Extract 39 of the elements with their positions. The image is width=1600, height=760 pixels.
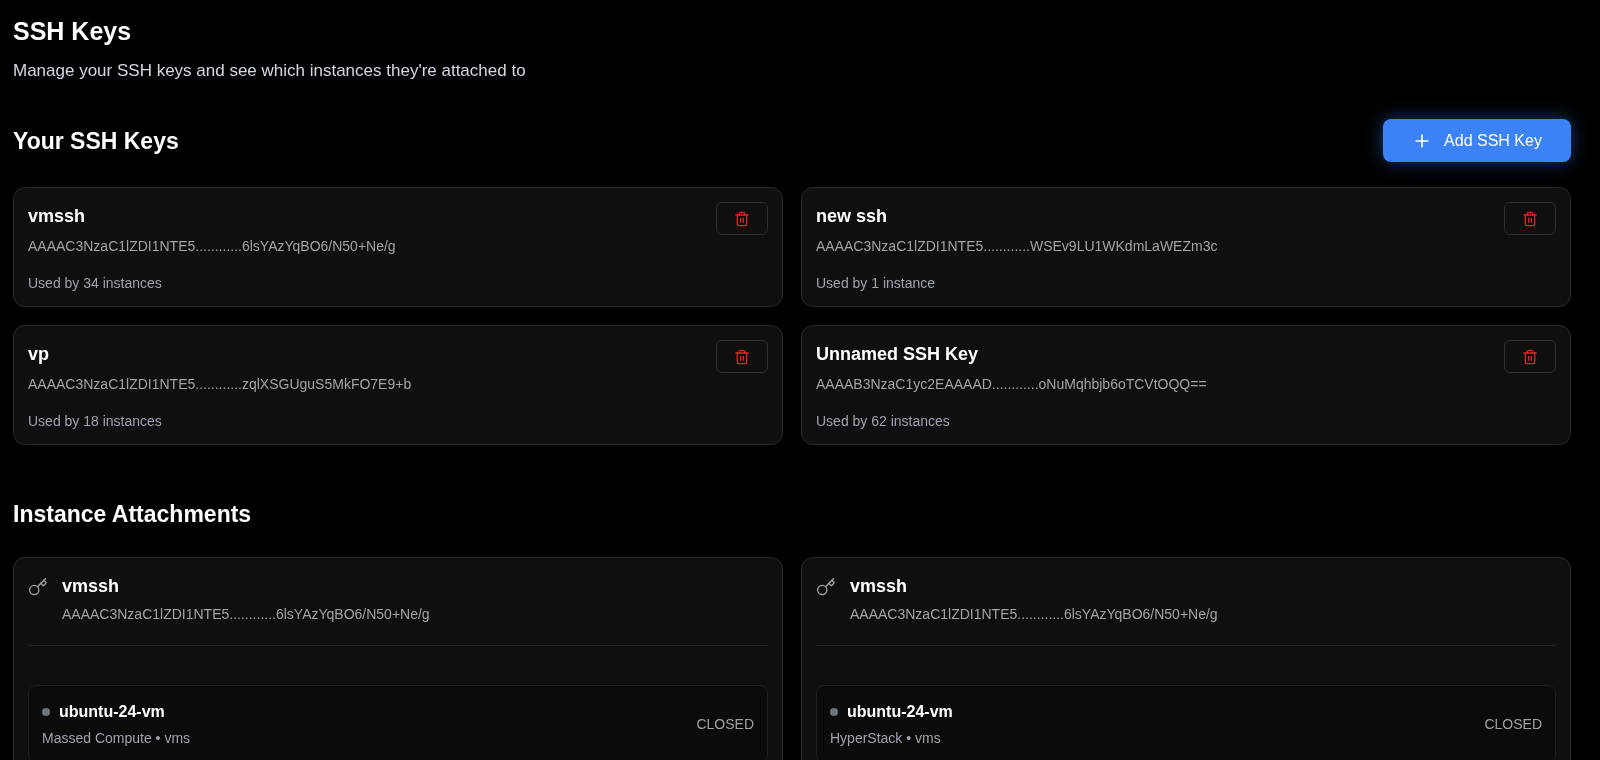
instance-name: ubuntu-24-vm bbox=[59, 702, 165, 722]
instance-status: CLOSED bbox=[1484, 715, 1542, 734]
usage-count: Used by 62 instances bbox=[816, 412, 951, 431]
key-fingerprint: AAAAB3NzaC1yc2EAAAAD............oNuMqhbjb6oTCVtOQQ== bbox=[816, 375, 1207, 394]
trash-icon bbox=[1522, 210, 1538, 227]
key-fingerprint: AAAAC3NzaC1lZDI1NTE5............zqlXSGUguS5MkFO7E9+b bbox=[28, 375, 412, 394]
instance-card[interactable]: ubuntu-24-vm HyperStack • vms CLOSED bbox=[816, 685, 1556, 760]
delete-button[interactable] bbox=[1504, 202, 1556, 235]
section-heading: Instance Attachments bbox=[13, 500, 253, 529]
key-fingerprint: AAAAC3NzaC1lZDI1NTE5............6lsYAzYqBO6/N50+Ne/g bbox=[28, 237, 396, 256]
key-fingerprint: AAAAC3NzaC1lZDI1NTE5............6lsYAzYqBO6/N50+Ne/g bbox=[62, 605, 430, 624]
key-name: vmssh bbox=[850, 575, 909, 598]
usage-count: Used by 34 instances bbox=[28, 274, 163, 293]
trash-icon bbox=[1522, 348, 1538, 365]
key-icon bbox=[816, 577, 836, 597]
key-name: Unnamed SSH Key bbox=[816, 343, 980, 366]
add-ssh-key-button[interactable]: Add SSH Key bbox=[1383, 119, 1571, 162]
key-name: vp bbox=[28, 343, 50, 366]
page-subtitle: Manage your SSH keys and see which instances they're attached to bbox=[13, 60, 527, 82]
key-name: vmssh bbox=[28, 205, 87, 228]
key-fingerprint: AAAAC3NzaC1lZDI1NTE5............6lsYAzYqBO6/N50+Ne/g bbox=[850, 605, 1218, 624]
delete-button[interactable] bbox=[716, 340, 768, 373]
instance-details: Massed Compute • vms bbox=[42, 729, 191, 748]
section-heading: Your SSH Keys bbox=[13, 126, 179, 156]
key-icon bbox=[28, 577, 48, 597]
key-fingerprint: AAAAC3NzaC1lZDI1NTE5............WSEv9LU1WKdmLaWEZm3c bbox=[816, 237, 1218, 256]
page-title: SSH Keys bbox=[13, 16, 133, 46]
delete-button[interactable] bbox=[716, 202, 768, 235]
usage-count: Used by 18 instances bbox=[28, 412, 163, 431]
instance-name: ubuntu-24-vm bbox=[847, 702, 953, 722]
instance-status: CLOSED bbox=[696, 715, 754, 734]
instance-card[interactable]: ubuntu-24-vm Massed Compute • vms CLOSED bbox=[28, 685, 768, 760]
key-name: vmssh bbox=[62, 575, 121, 598]
usage-count: Used by 1 instance bbox=[816, 274, 937, 293]
instance-details: HyperStack • vms bbox=[830, 729, 942, 748]
delete-button[interactable] bbox=[1504, 340, 1556, 373]
trash-icon bbox=[734, 348, 750, 365]
trash-icon bbox=[734, 210, 750, 227]
key-name: new ssh bbox=[816, 205, 889, 228]
